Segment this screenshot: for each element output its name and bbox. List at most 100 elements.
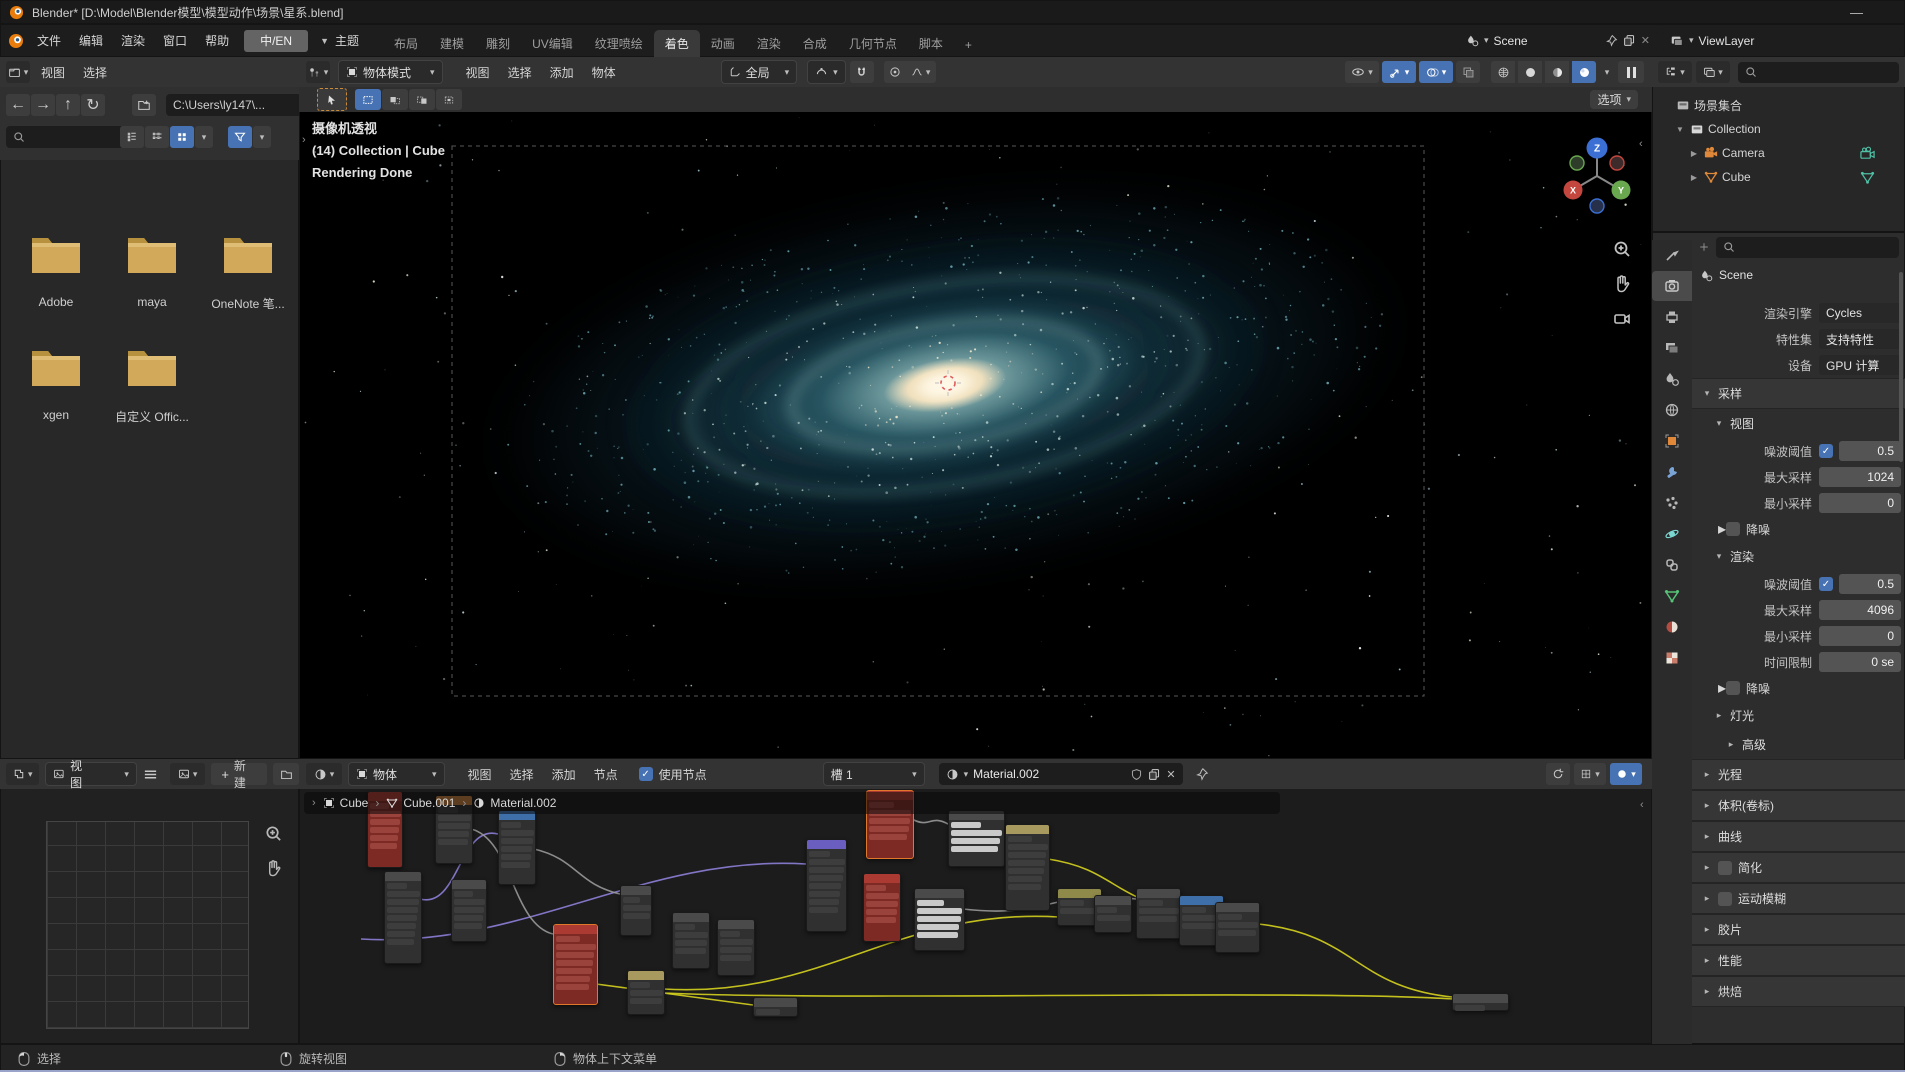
- prop-section-运动模糊[interactable]: ▸运动模糊: [1692, 883, 1905, 914]
- workspace-tab-雕刻[interactable]: 雕刻: [475, 30, 521, 57]
- section-label[interactable]: 曲线: [1718, 828, 1742, 845]
- workspace-tab-渲染[interactable]: 渲染: [746, 30, 792, 57]
- properties-tab-material[interactable]: [1652, 612, 1692, 642]
- field-value[interactable]: Cycles: [1819, 303, 1901, 323]
- editor-type-button[interactable]: ▾: [6, 61, 30, 83]
- collapse-arrow[interactable]: ▾: [1714, 418, 1724, 429]
- subsection-label[interactable]: 灯光: [1730, 707, 1754, 724]
- checkbox[interactable]: ✓: [1819, 444, 1833, 458]
- editor-type-button[interactable]: ▾: [306, 763, 342, 785]
- breadcrumb-item-Material.002[interactable]: Material.002: [473, 796, 556, 810]
- node-header[interactable]: [1216, 903, 1259, 912]
- use-nodes-toggle[interactable]: ✓使用节点: [639, 766, 707, 783]
- image-datablock-dropdown[interactable]: ▾: [170, 763, 205, 785]
- folder-item[interactable]: OneNote 笔...: [202, 230, 294, 312]
- pan-hand-icon[interactable]: [1612, 273, 1632, 293]
- file-browser-menu-选择[interactable]: 选择: [74, 57, 116, 87]
- breadcrumb-item-Cube.001[interactable]: Cube.001: [386, 796, 455, 810]
- field-value[interactable]: 0: [1819, 493, 1901, 513]
- shader-node[interactable]: [451, 879, 487, 942]
- image-canvas[interactable]: [46, 821, 249, 1029]
- tool-options-dropdown[interactable]: 选项▾: [1590, 90, 1638, 109]
- prop-field-最大采样[interactable]: 最大采样 4096: [1692, 597, 1905, 623]
- material-slot-dropdown[interactable]: 槽 1▾: [823, 762, 925, 786]
- properties-tab-modifier[interactable]: [1652, 457, 1692, 487]
- dropdown-arrow-icon[interactable]: ▼: [320, 36, 329, 46]
- field-value[interactable]: 4096: [1819, 600, 1901, 620]
- shader-type-dropdown[interactable]: 物体▾: [348, 762, 445, 786]
- menu-渲染[interactable]: 渲染: [112, 24, 154, 57]
- select-extend-mode-button[interactable]: [382, 89, 408, 110]
- shader-node[interactable]: [948, 810, 1005, 867]
- shader-menu-视图[interactable]: 视图: [459, 759, 501, 789]
- menu-编辑[interactable]: 编辑: [70, 24, 112, 57]
- properties-tab-texture[interactable]: [1652, 643, 1692, 673]
- minimize-button[interactable]: —: [1850, 5, 1863, 20]
- filter-settings-dropdown[interactable]: ▾: [253, 126, 271, 148]
- forward-button[interactable]: →: [31, 94, 55, 116]
- transform-orientation-dropdown[interactable]: 全局▾: [721, 60, 798, 84]
- node-header[interactable]: [718, 920, 754, 929]
- thumbnail-view-button[interactable]: [170, 126, 194, 148]
- prop-field-渲染引擎[interactable]: 渲染引擎 Cycles: [1692, 300, 1905, 326]
- folder-item[interactable]: 自定义 Offic...: [106, 343, 198, 425]
- create-directory-button[interactable]: [132, 94, 156, 116]
- node-header[interactable]: [864, 874, 900, 883]
- outliner-item-label[interactable]: Camera: [1722, 146, 1765, 160]
- node-header[interactable]: [1137, 889, 1180, 898]
- show-gizmo-toggle[interactable]: ▾: [1382, 61, 1416, 83]
- scene-name[interactable]: Scene: [1494, 34, 1528, 48]
- outliner-row-Collection[interactable]: ▼ Collection: [1660, 117, 1901, 141]
- refresh-button[interactable]: ↻: [81, 94, 105, 116]
- expand-arrow[interactable]: ▸: [1718, 678, 1726, 698]
- properties-tab-object[interactable]: [1652, 426, 1692, 456]
- menus-collapsed-icon[interactable]: [143, 767, 158, 782]
- prop-field-最小采样[interactable]: 最小采样 0: [1692, 623, 1905, 649]
- viewport-canvas[interactable]: 摄像机透视 (14) Collection | Cube Rendering D…: [299, 112, 1652, 759]
- checkbox[interactable]: ✓: [1819, 577, 1833, 591]
- prop-section-性能[interactable]: ▸性能: [1692, 945, 1905, 976]
- prop-section-体积(卷标)[interactable]: ▸体积(卷标): [1692, 790, 1905, 821]
- node-header[interactable]: [385, 872, 421, 881]
- prop-field-最小采样[interactable]: 最小采样 0: [1692, 490, 1905, 516]
- breadcrumb-expand-arrow[interactable]: ›: [312, 797, 316, 809]
- expand-arrow[interactable]: ▸: [1702, 986, 1712, 997]
- camera-view-icon[interactable]: [1612, 309, 1632, 329]
- vertical-list-view-button[interactable]: [120, 126, 144, 148]
- section-label[interactable]: 烘焙: [1718, 983, 1742, 1000]
- mesh-green-icon[interactable]: [1860, 170, 1875, 185]
- show-overlays-toggle[interactable]: ▾: [1419, 61, 1453, 83]
- menu-窗口[interactable]: 窗口: [154, 24, 196, 57]
- prop-section-曲线[interactable]: ▸曲线: [1692, 821, 1905, 852]
- select-subtract-mode-button[interactable]: [409, 89, 435, 110]
- zoom-tool-icon[interactable]: [264, 824, 283, 843]
- shader-node[interactable]: [553, 924, 598, 1005]
- copy-material-icon[interactable]: [1148, 768, 1161, 781]
- workspace-tab-UV编辑[interactable]: UV编辑: [521, 30, 584, 57]
- subpanel-label[interactable]: 降噪: [1746, 521, 1770, 538]
- pan-hand-icon[interactable]: [264, 858, 283, 877]
- prop-subpanel-降噪[interactable]: ▸降噪: [1692, 675, 1905, 701]
- checkbox[interactable]: [1718, 892, 1732, 906]
- shader-menu-添加[interactable]: 添加: [543, 759, 585, 789]
- properties-tab-world[interactable]: [1652, 395, 1692, 425]
- shader-node[interactable]: [672, 912, 710, 969]
- prop-field-特性集[interactable]: 特性集 支持特性: [1692, 326, 1905, 352]
- node-header[interactable]: [915, 889, 964, 898]
- prop-checkfield-噪波阈值[interactable]: 噪波阈值 ✓0.5: [1692, 571, 1905, 597]
- shader-node[interactable]: [1136, 888, 1181, 939]
- section-label[interactable]: 采样: [1718, 385, 1742, 402]
- file-search-field[interactable]: [6, 126, 124, 148]
- workspace-tab-合成[interactable]: 合成: [792, 30, 838, 57]
- shader-menu-节点[interactable]: 节点: [585, 759, 627, 789]
- editor-type-button[interactable]: ▾: [1658, 61, 1692, 83]
- checkbox[interactable]: [1718, 861, 1732, 875]
- outliner-row-场景集合[interactable]: 场景集合: [1660, 93, 1901, 117]
- material-selector[interactable]: ▾ Material.002 ✕: [939, 763, 1183, 785]
- filter-dropdown[interactable]: ▾: [1696, 61, 1730, 83]
- subsection-label[interactable]: 高级: [1742, 736, 1766, 753]
- properties-tab-physics[interactable]: [1652, 519, 1692, 549]
- shader-menu-选择[interactable]: 选择: [501, 759, 543, 789]
- viewlayer-name[interactable]: ViewLayer: [1699, 34, 1755, 48]
- expand-arrow[interactable]: ▸: [1718, 519, 1726, 539]
